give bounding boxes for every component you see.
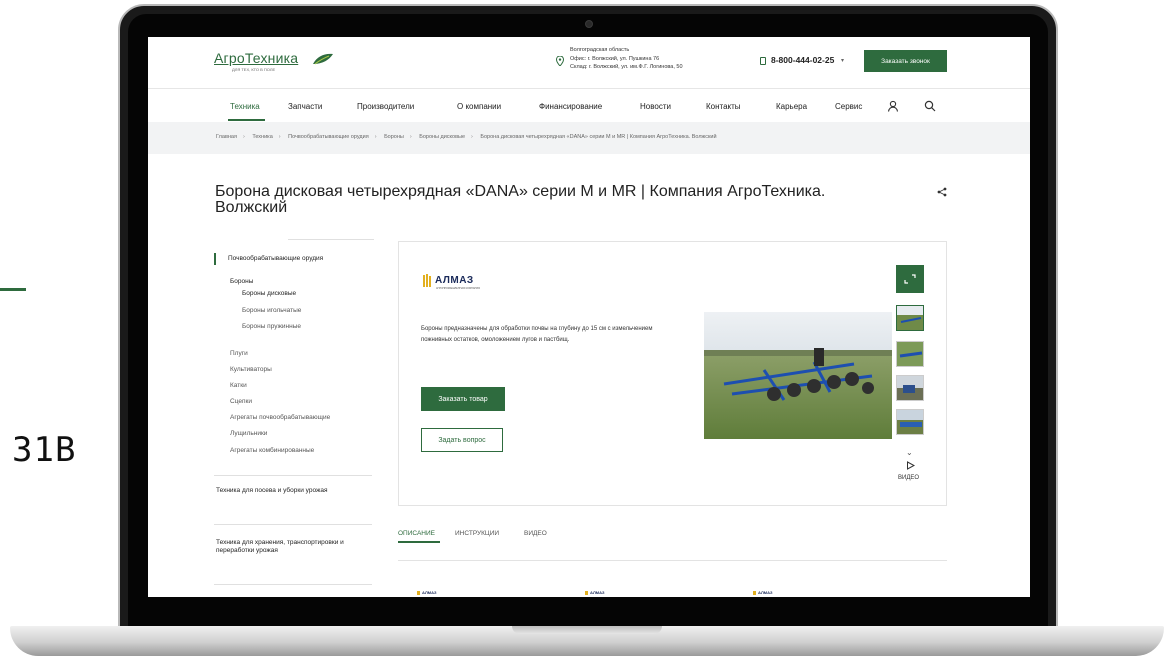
nav-item-zapchasti[interactable]: Запчасти	[288, 102, 322, 111]
breadcrumb-item[interactable]: Бороны	[384, 134, 404, 140]
laptop-notch	[512, 626, 662, 634]
wheat-icon	[753, 591, 756, 595]
breadcrumb: Главная › Техника › Почвообрабатывающие ор…	[216, 134, 717, 140]
brand-logo: АЛМАЗ АГРОПРОМЫШЛЕННАЯ КОМПАНИЯ	[423, 274, 489, 294]
breadcrumb-item[interactable]: Главная	[216, 134, 237, 140]
sidebar-item[interactable]: Культиваторы	[230, 366, 272, 373]
main-nav: Техника Запчасти Производители О компани…	[148, 90, 1030, 122]
nav-item-novosti[interactable]: Новости	[640, 102, 671, 111]
gallery-thumbnail[interactable]	[896, 409, 924, 435]
sidebar-section[interactable]: Техника для хранения, транспортировки и …	[216, 539, 356, 555]
nav-active-indicator	[228, 119, 265, 121]
search-icon[interactable]	[924, 100, 936, 112]
brand-name: АЛМАЗ	[435, 275, 474, 286]
sidebar-section[interactable]: Техника для посева и уборки урожая	[216, 487, 356, 495]
sidebar-item[interactable]: Плуги	[230, 350, 248, 357]
order-call-button[interactable]: Заказать звонок	[864, 50, 947, 72]
breadcrumb-item[interactable]: Почвообрабатывающие орудия	[288, 134, 369, 140]
nav-item-proizvoditeli[interactable]: Производители	[357, 102, 414, 111]
phone-number[interactable]: 8-800-444-02-25	[771, 55, 834, 65]
sidebar-subitem[interactable]: Бороны игольчатые	[242, 307, 301, 314]
address-block: Волгоградская область Офис: г. Волжский,…	[570, 46, 683, 72]
nav-item-servis[interactable]: Сервис	[835, 102, 862, 111]
video-label[interactable]: ВИДЕО	[898, 475, 919, 481]
chevron-right-icon: ›	[471, 134, 473, 140]
nav-item-karera[interactable]: Карьера	[776, 102, 807, 111]
browser-screen: АгроТехника ДЛЯ ТЕХ, КТО В ПОЛЕ Волгогра…	[148, 37, 1030, 597]
brand-tagline: АГРОПРОМЫШЛЕННАЯ КОМПАНИЯ	[436, 287, 480, 290]
sidebar-item[interactable]: Агрегаты почвообрабатывающие	[230, 414, 330, 421]
leaf-icon	[313, 53, 333, 65]
tab-video[interactable]: ВИДЕО	[524, 530, 547, 537]
chevron-down-icon[interactable]: ▾	[841, 57, 844, 64]
tab-instructions[interactable]: ИНСТРУКЦИИ	[455, 530, 499, 537]
related-brand: АЛМАЗ	[422, 590, 437, 595]
product-card: АЛМАЗ АГРОПРОМЫШЛЕННАЯ КОМПАНИЯ Бороны п…	[398, 241, 947, 506]
site-header: АгроТехника ДЛЯ ТЕХ, КТО В ПОЛЕ Волгогра…	[148, 37, 1030, 89]
gallery-thumbnail[interactable]	[896, 375, 924, 401]
play-icon[interactable]	[906, 461, 915, 470]
nav-item-kontakty[interactable]: Контакты	[706, 102, 741, 111]
logo-tagline: ДЛЯ ТЕХ, КТО В ПОЛЕ	[232, 67, 276, 72]
share-icon[interactable]	[937, 187, 947, 197]
breadcrumb-bar: Главная › Техника › Почвообрабатывающие ор…	[148, 122, 1030, 154]
nav-item-tekhnika[interactable]: Техника	[230, 102, 260, 111]
map-pin-icon	[556, 56, 564, 66]
page-title: Борона дисковая четырехрядная «DANA» сер…	[215, 183, 826, 216]
gallery-thumbnail[interactable]	[896, 341, 924, 367]
site-logo[interactable]: АгроТехника ДЛЯ ТЕХ, КТО В ПОЛЕ	[214, 50, 333, 72]
order-product-button[interactable]: Заказать товар	[421, 387, 505, 411]
sidebar-divider	[214, 524, 372, 525]
fullscreen-button[interactable]	[896, 265, 924, 293]
sidebar-subitem-active[interactable]: Бороны дисковые	[242, 290, 296, 297]
promo-stage: 31B АгроТехника ДЛЯ ТЕХ, КТО В ПОЛЕ Волг…	[0, 0, 1174, 665]
related-brand: АЛМАЗ	[758, 590, 773, 595]
sidebar-item[interactable]: Лущильники	[230, 430, 267, 437]
address-office: Офис: г. Волжский, ул. Пушкина 76	[570, 55, 660, 62]
camera-icon	[585, 20, 593, 28]
tab-description[interactable]: ОПИСАНИЕ	[398, 530, 435, 537]
accent-line	[0, 288, 26, 291]
user-icon[interactable]	[887, 100, 899, 112]
product-tabs: ОПИСАНИЕ ИНСТРУКЦИИ ВИДЕО	[398, 525, 947, 561]
sidebar-divider	[214, 475, 372, 476]
nav-item-o-kompanii[interactable]: О компании	[457, 102, 501, 111]
logo-text: АгроТехника	[214, 50, 299, 66]
chevron-right-icon: ›	[409, 134, 412, 140]
sidebar-subitem[interactable]: Бороны пружинные	[242, 323, 301, 330]
breadcrumb-current: Борона дисковая четырехрядная «DANA» сер…	[480, 134, 717, 140]
address-region: Волгоградская область	[570, 47, 630, 53]
sidebar-divider	[214, 584, 372, 585]
sidebar-active-category[interactable]: Почвообрабатывающие орудия	[214, 253, 323, 265]
tab-active-indicator	[398, 541, 440, 543]
wheat-icon	[585, 591, 588, 595]
chevron-right-icon: ›	[374, 134, 377, 140]
related-brand: АЛМАЗ	[590, 590, 605, 595]
address-warehouse: Склад: г. Волжский, ул. им.Ф.Г. Логинова…	[570, 64, 683, 70]
sidebar-item[interactable]: Агрегаты комбинированные	[230, 447, 314, 454]
ask-question-button[interactable]: Задать вопрос	[421, 428, 503, 452]
product-description: Бороны предназначены для обработки почвы…	[421, 326, 653, 343]
side-label: 31B	[12, 430, 77, 470]
chevron-down-icon[interactable]: ⌄	[906, 448, 913, 457]
product-photo[interactable]	[704, 312, 892, 439]
breadcrumb-item[interactable]: Техника	[252, 134, 272, 140]
sidebar-divider	[288, 239, 374, 240]
phone-icon	[760, 57, 766, 65]
sidebar-item[interactable]: Сцепки	[230, 398, 252, 405]
wheat-icon	[417, 591, 420, 595]
gallery-thumbnail[interactable]	[896, 305, 924, 331]
sidebar-item[interactable]: Катки	[230, 382, 247, 389]
chevron-right-icon: ›	[278, 134, 281, 140]
chevron-right-icon: ›	[242, 134, 245, 140]
expand-icon	[904, 274, 916, 284]
wheat-icon	[423, 274, 431, 287]
sidebar-item-borony[interactable]: Бороны	[230, 278, 253, 285]
nav-item-finansirovanie[interactable]: Финансирование	[539, 102, 602, 111]
breadcrumb-item[interactable]: Бороны дисковые	[419, 134, 465, 140]
